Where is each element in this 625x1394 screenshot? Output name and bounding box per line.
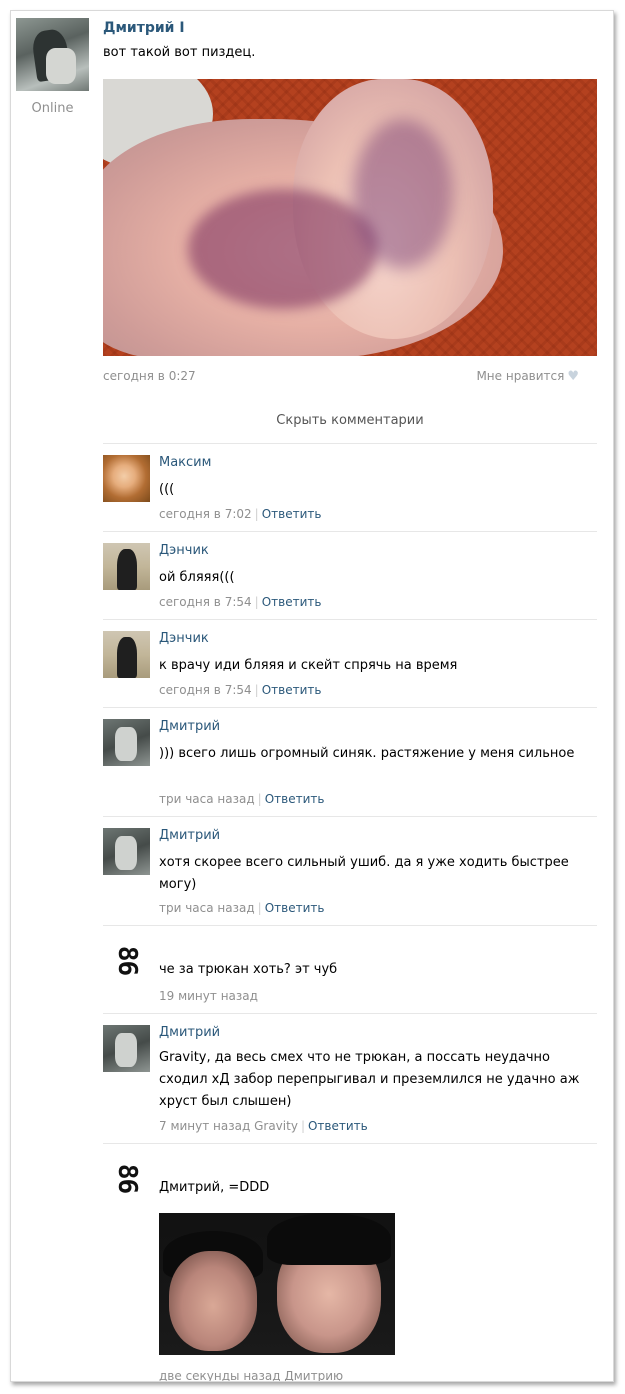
online-status: Online (31, 101, 74, 116)
comment-time[interactable]: 7 минут назад Gravity (159, 1119, 298, 1133)
comment-author[interactable]: Максим (159, 455, 211, 470)
comment-text: к врачу иди бляяя и скейт спрячь на врем… (159, 658, 458, 673)
post-text: вот такой вот пиздец. (103, 45, 256, 60)
comment-avatar[interactable] (103, 1025, 150, 1072)
comment-meta: три часа назад | Ответить (159, 792, 325, 806)
comment-divider (103, 1143, 597, 1144)
comment-time[interactable]: сегодня в 7:02 (159, 507, 252, 521)
comment-time[interactable]: 19 минут назад (159, 989, 258, 1003)
comment-text: че за трюкан хоть? эт чуб (159, 962, 338, 977)
comment-text: ой бляяя((( (159, 570, 235, 585)
comment-meta: сегодня в 7:02 | Ответить (159, 507, 322, 521)
comment-divider (103, 816, 597, 817)
comment-avatar[interactable] (103, 455, 150, 502)
comment-avatar[interactable] (103, 543, 150, 590)
comment-text: Gravity, да весь смех что не трюкан, а п… (159, 1050, 580, 1109)
comment-photo[interactable] (159, 1213, 395, 1355)
reply-link[interactable]: Ответить (265, 901, 325, 915)
comment-avatar[interactable] (103, 828, 150, 875)
avatar-logo-text: 86 (112, 945, 142, 976)
comment-meta: три часа назад | Ответить (159, 901, 325, 915)
comment-meta: 7 минут назад Gravity | Ответить (159, 1119, 368, 1133)
heart-icon: ♥ (567, 369, 579, 384)
comment-divider (103, 925, 597, 926)
comment-avatar-gravity[interactable]: 86 (103, 937, 150, 984)
comment-time[interactable]: сегодня в 7:54 (159, 683, 252, 697)
author-avatar[interactable] (16, 18, 89, 91)
comment-time[interactable]: три часа назад (159, 901, 255, 915)
reply-link[interactable]: Ответить (265, 792, 325, 806)
comment-avatar[interactable] (103, 719, 150, 766)
comment-author[interactable]: Дмитрий (159, 1025, 220, 1040)
post-photo[interactable] (103, 79, 597, 356)
comment-meta: сегодня в 7:54 | Ответить (159, 595, 322, 609)
comment-divider (103, 443, 597, 444)
comment-avatar[interactable] (103, 631, 150, 678)
avatar-logo-text: 86 (112, 1163, 142, 1194)
comment-text: ((( (159, 482, 175, 497)
comment-time[interactable]: три часа назад (159, 792, 255, 806)
comment-meta: 19 минут назад (159, 989, 258, 1003)
comment-text: Дмитрий, =DDD (159, 1180, 270, 1195)
comment-divider (103, 1013, 597, 1014)
like-button[interactable]: Мне нравится ♥ (476, 369, 579, 384)
comment-time[interactable]: две секунды назад Дмитрию (159, 1369, 343, 1381)
reply-link[interactable]: Ответить (308, 1119, 368, 1133)
comment-divider (103, 707, 597, 708)
reply-link[interactable]: Ответить (262, 507, 322, 521)
post-author-name[interactable]: Дмитрий I (103, 20, 185, 36)
comment-text: ))) всего лишь огромный синяк. растяжени… (159, 746, 575, 761)
post-date[interactable]: сегодня в 0:27 (103, 369, 196, 383)
comment-text: хотя скорее всего сильный ушиб. да я уже… (159, 855, 569, 892)
comment-author[interactable]: Дмитрий (159, 719, 220, 734)
comment-author[interactable]: Дэнчик (159, 631, 209, 646)
like-label: Мне нравится (476, 369, 565, 383)
comment-meta: сегодня в 7:54 | Ответить (159, 683, 322, 697)
reply-link[interactable]: Ответить (262, 595, 322, 609)
comment-avatar-gravity[interactable]: 86 (103, 1155, 150, 1202)
comment-divider (103, 619, 597, 620)
comment-author[interactable]: Дмитрий (159, 828, 220, 843)
comment-author[interactable]: Дэнчик (159, 543, 209, 558)
post-frame: Online Дмитрий I вот такой вот пиздец. с… (10, 10, 614, 1382)
reply-link[interactable]: Ответить (262, 683, 322, 697)
hide-comments-link[interactable]: Скрыть комментарии (103, 413, 597, 428)
comment-divider (103, 531, 597, 532)
comment-time[interactable]: сегодня в 7:54 (159, 595, 252, 609)
